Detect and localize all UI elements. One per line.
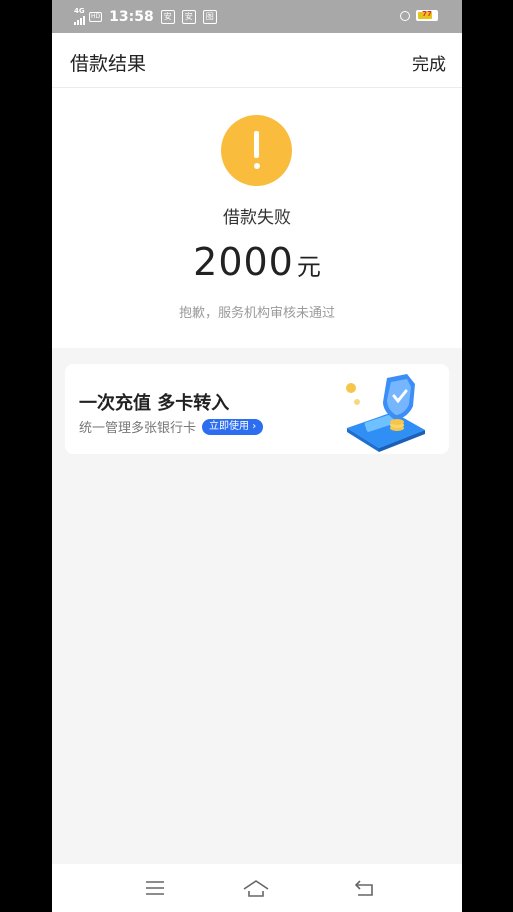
loan-result-section: 借款失败 2000 元 抱歉，服务机构审核未通过 [52,88,462,348]
battery-icon: 77 [416,10,438,21]
exclamation-icon [221,115,292,186]
status-left: 4G HD 13:58 安 安 图 [74,8,217,25]
promo-title: 一次充值 多卡转入 [79,393,230,414]
status-time: 13:58 [109,8,154,25]
page-title: 借款结果 [70,53,147,75]
top-bar: 借款结果 完成 [52,33,462,88]
promo-banner[interactable]: 一次充值 多卡转入 统一管理多张银行卡 立即使用 › [65,364,449,454]
alarm-icon [400,10,410,21]
use-now-button[interactable]: 立即使用 › [202,418,264,435]
loan-amount: 2000 [193,240,294,284]
promo-subtitle-row: 统一管理多张银行卡 立即使用 › [79,417,264,436]
amount-unit: 元 [296,253,321,281]
menu-icon[interactable] [143,878,167,898]
bank-card-shield-icon [346,374,425,452]
home-icon[interactable] [242,878,270,898]
app-notification-icon: 安 [160,9,175,24]
status-bar: 4G HD 13:58 安 安 图 77 [52,0,462,33]
phone-screen: 4G HD 13:58 安 安 图 77 借款结果 完成 借款失败 2000 元… [52,0,462,912]
failure-reason: 抱歉，服务机构审核未通过 [178,306,335,321]
hd-badge: HD [89,11,103,22]
amount-row: 2000 元 [52,240,462,284]
promo-subtitle: 统一管理多张银行卡 [79,421,197,436]
status-right: 77 [400,10,438,21]
app-notification-icon: 图 [202,9,217,24]
app-notification-icon: 安 [181,9,196,24]
result-status: 借款失败 [223,208,291,228]
signal-group: 4G [74,8,85,25]
done-button[interactable]: 完成 [412,50,446,75]
signal-icon [74,15,85,25]
network-type: 4G [74,7,85,15]
back-icon[interactable] [352,878,376,898]
battery-level: 77 [422,10,432,18]
system-nav-bar [52,864,462,912]
